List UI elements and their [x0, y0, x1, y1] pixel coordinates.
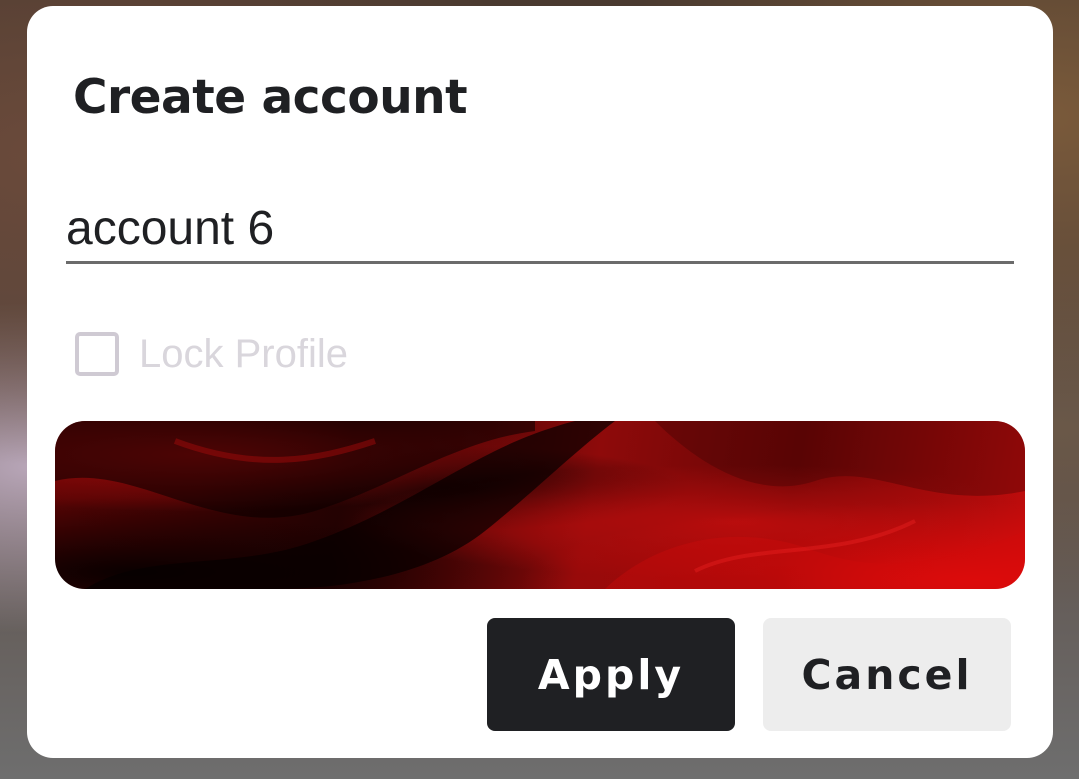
lock-profile-checkbox[interactable]: [75, 332, 119, 376]
lock-profile-option[interactable]: Lock Profile: [75, 328, 348, 380]
banner-texture: [55, 421, 1025, 589]
account-name-field[interactable]: [66, 196, 1014, 264]
profile-banner-image[interactable]: [55, 421, 1025, 589]
apply-button[interactable]: Apply: [487, 618, 735, 731]
cancel-button[interactable]: Cancel: [763, 618, 1011, 731]
create-account-dialog: Create account Lock Profile Apply Cancel: [27, 6, 1053, 758]
lock-profile-label: Lock Profile: [139, 331, 348, 376]
dialog-title: Create account: [73, 70, 468, 125]
